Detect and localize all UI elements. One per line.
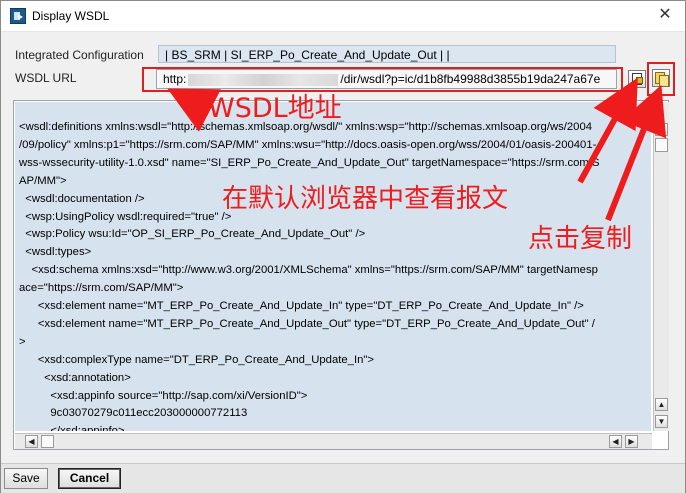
horizontal-scrollbar[interactable]: ◀ ◀ ▶ — [15, 433, 652, 449]
window-title: Display WSDL — [32, 9, 110, 23]
wsdl-url-label: WSDL URL — [15, 71, 77, 85]
close-icon[interactable]: ✕ — [655, 5, 675, 25]
horizontal-scroll-thumb[interactable] — [41, 435, 54, 448]
xml-line: > — [19, 335, 26, 348]
integrated-configuration-value: | BS_SRM | SI_ERP_Po_Create_And_Update_O… — [158, 45, 616, 63]
xml-line: wss-wssecurity-utility-1.0.xsd" name="SI… — [19, 156, 600, 169]
xml-line: <wsdl:types> — [19, 246, 92, 259]
xml-line: <xsd:annotation> — [19, 371, 131, 384]
browser-open-icon[interactable] — [628, 70, 646, 88]
xml-line: <wsdl:documentation /> — [19, 192, 145, 205]
annotation-view-in-browser: 在默认浏览器中查看报文 — [222, 184, 509, 214]
xml-line: <xsd:element name="MT_ERP_Po_Create_And_… — [19, 317, 595, 330]
scroll-up-icon[interactable]: ▲ — [655, 398, 668, 411]
scroll-down-icon[interactable]: ▼ — [655, 415, 668, 428]
wsdl-text: <wsdl:definitions xmlns:wsdl="http://sch… — [15, 102, 651, 431]
copy-icon-highlight — [647, 62, 675, 96]
xml-line: 9c03070279c011ecc203000000772113 — [19, 407, 248, 420]
scroll-left-icon[interactable]: ◀ — [609, 435, 622, 448]
xml-line: ace="https://srm.com/SAP/MM"> — [19, 282, 184, 295]
xml-line: <xsd:complexType name="DT_ERP_Po_Create_… — [19, 353, 374, 366]
sap-app-icon — [10, 8, 26, 24]
cancel-button[interactable]: Cancel — [58, 468, 121, 489]
xml-line: AP/MM"> — [19, 174, 67, 187]
vertical-scroll-thumb[interactable] — [655, 138, 668, 152]
annotation-wsdl-address: WSDL地址 — [208, 93, 342, 124]
wsdl-content-viewer[interactable]: <wsdl:definitions xmlns:wsdl="http://sch… — [13, 100, 669, 450]
annotation-click-to-copy: 点击复制 — [528, 224, 633, 254]
vertical-scrollbar[interactable]: ▲ ▲ ▼ — [653, 102, 669, 431]
dialog-footer: Save Cancel — [1, 463, 685, 493]
xml-line: </xsd:appinfo> — [19, 425, 124, 431]
xml-line: /09/policy" xmlns:p1="https://srm.com/SA… — [19, 138, 597, 151]
title-bar: Display WSDL ✕ — [1, 1, 685, 32]
save-button[interactable]: Save — [4, 468, 48, 489]
scroll-left-icon[interactable]: ◀ — [25, 435, 38, 448]
xml-line: <xsd:schema xmlns:xsd="http://www.w3.org… — [19, 264, 598, 277]
xml-line: <xsd:appinfo source="http://sap.com/xi/V… — [19, 389, 308, 402]
xml-line: <xsd:element name="MT_ERP_Po_Create_And_… — [19, 300, 584, 312]
xml-line: <wsp:Policy wsu:Id="OP_SI_ERP_Po_Create_… — [19, 228, 366, 241]
xml-line: <wsp:UsingPolicy wsdl:required="true" /> — [19, 210, 232, 223]
scroll-right-icon[interactable]: ▶ — [625, 435, 638, 448]
integrated-configuration-label: Integrated Configuration — [15, 48, 144, 62]
scroll-up-icon[interactable]: ▲ — [655, 123, 668, 136]
